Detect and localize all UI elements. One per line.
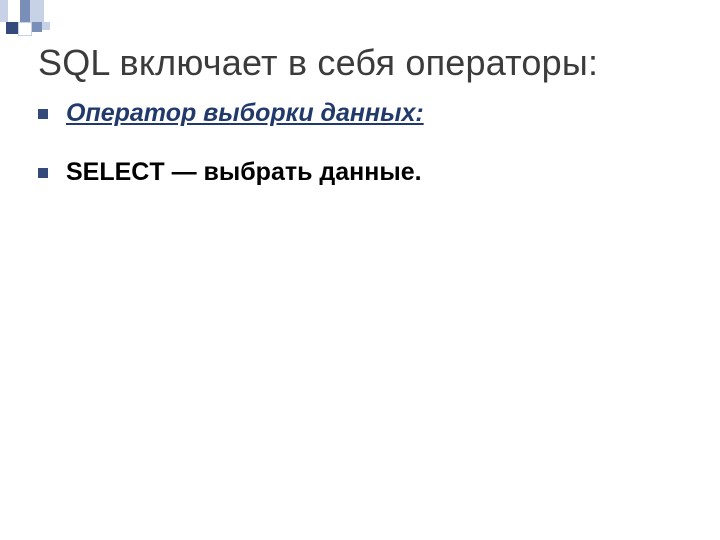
bullet-text: SELECT — выбрать данные. (66, 157, 422, 188)
deco-square (18, 22, 32, 36)
deco-square (42, 22, 50, 30)
corner-decoration (0, 0, 160, 40)
bullet-text-emphasis: Оператор выборки данных: (66, 98, 424, 129)
deco-square (8, 0, 20, 22)
deco-square (20, 0, 30, 22)
slide-title: SQL включает в себя операторы: (38, 42, 700, 84)
deco-square (30, 0, 44, 22)
deco-square (44, 0, 52, 12)
deco-square (6, 22, 18, 34)
slide-body: Оператор выборки данных: SELECT — выбрат… (38, 98, 690, 217)
deco-square (0, 0, 8, 22)
bullet-item: SELECT — выбрать данные. (38, 157, 690, 188)
square-bullet-icon (38, 109, 48, 119)
bullet-item: Оператор выборки данных: (38, 98, 690, 129)
deco-square (32, 22, 42, 32)
square-bullet-icon (38, 168, 48, 178)
slide: SQL включает в себя операторы: Оператор … (0, 0, 720, 540)
